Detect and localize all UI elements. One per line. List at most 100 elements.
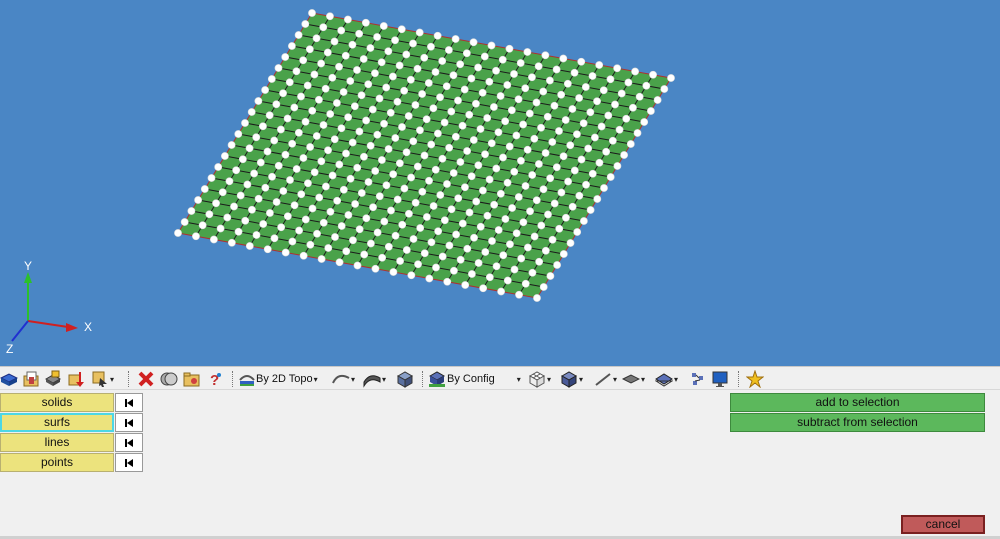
mesh-node[interactable]: [548, 138, 557, 146]
surface-icon[interactable]: ▾: [363, 370, 386, 388]
mesh-node[interactable]: [404, 112, 413, 120]
mesh-node[interactable]: [420, 53, 429, 62]
mesh-node[interactable]: [411, 198, 420, 207]
mesh-node[interactable]: [507, 106, 516, 115]
mesh-node[interactable]: [467, 74, 476, 83]
mesh-node[interactable]: [461, 281, 470, 289]
mesh-node[interactable]: [611, 100, 619, 109]
mesh-node[interactable]: [555, 127, 563, 135]
reset-selection-icon[interactable]: [115, 453, 143, 472]
mesh-node[interactable]: [313, 229, 321, 238]
mesh-node[interactable]: [433, 129, 442, 138]
mesh-node[interactable]: [517, 156, 525, 165]
mesh-node[interactable]: [559, 152, 568, 161]
mesh-node[interactable]: [324, 146, 332, 155]
mesh-node[interactable]: [438, 252, 447, 261]
mesh-node[interactable]: [247, 108, 256, 116]
mesh-node[interactable]: [516, 59, 525, 67]
mesh-node[interactable]: [326, 12, 334, 21]
mesh-node[interactable]: [377, 156, 386, 164]
mesh-node[interactable]: [373, 228, 382, 237]
mesh-node[interactable]: [568, 202, 577, 211]
mesh-node[interactable]: [368, 105, 377, 114]
mesh-node[interactable]: [250, 169, 258, 178]
mesh-node[interactable]: [595, 158, 604, 167]
mesh-node[interactable]: [469, 136, 478, 144]
mesh-node[interactable]: [548, 235, 557, 244]
mesh-node[interactable]: [573, 228, 582, 236]
mesh-node[interactable]: [245, 144, 254, 153]
mesh-node[interactable]: [259, 122, 267, 131]
mesh-node[interactable]: [265, 209, 274, 217]
mesh-node[interactable]: [575, 94, 583, 102]
mesh-node[interactable]: [519, 218, 528, 227]
mesh-node[interactable]: [552, 65, 561, 74]
mesh-node[interactable]: [503, 178, 512, 187]
mesh-node[interactable]: [416, 224, 425, 232]
mesh-node[interactable]: [433, 31, 442, 40]
mesh-node[interactable]: [384, 47, 393, 56]
mesh-node[interactable]: [539, 87, 548, 96]
mesh-node[interactable]: [570, 68, 579, 77]
mesh-node[interactable]: [360, 250, 369, 259]
delete-icon[interactable]: [137, 370, 155, 388]
mesh-node[interactable]: [312, 132, 321, 140]
mesh-node[interactable]: [411, 101, 420, 109]
mesh-node[interactable]: [485, 273, 494, 282]
mesh-node[interactable]: [279, 89, 287, 98]
mesh-node[interactable]: [406, 75, 415, 84]
mesh-node[interactable]: [337, 124, 346, 133]
mesh-node[interactable]: [328, 171, 337, 180]
mesh-node[interactable]: [413, 64, 422, 73]
mesh-node[interactable]: [440, 216, 449, 225]
mesh-node[interactable]: [470, 233, 478, 242]
mesh-node[interactable]: [366, 239, 375, 248]
mesh-node[interactable]: [364, 178, 373, 186]
mesh-node[interactable]: [588, 169, 597, 178]
mesh-node[interactable]: [586, 108, 595, 117]
mesh-node[interactable]: [299, 154, 308, 162]
mesh-node[interactable]: [351, 200, 359, 208]
mesh-node[interactable]: [341, 51, 350, 60]
mesh-node[interactable]: [443, 277, 452, 286]
mesh-node[interactable]: [647, 107, 655, 115]
mesh-node[interactable]: [241, 119, 249, 127]
mesh-node[interactable]: [319, 23, 328, 32]
mesh-node[interactable]: [243, 180, 252, 189]
mesh-node[interactable]: [303, 81, 312, 90]
mesh-node[interactable]: [539, 283, 548, 291]
mesh-node[interactable]: [543, 112, 552, 121]
mesh-node[interactable]: [232, 166, 241, 175]
mesh-node[interactable]: [498, 55, 507, 64]
mesh-node[interactable]: [294, 31, 303, 39]
shaded-icon[interactable]: ▾: [560, 370, 583, 388]
mesh-node[interactable]: [272, 198, 281, 206]
mesh-node[interactable]: [503, 81, 512, 89]
mesh-node[interactable]: [207, 174, 216, 182]
mesh-node[interactable]: [241, 216, 250, 225]
mesh-node[interactable]: [595, 61, 604, 69]
mesh-node[interactable]: [541, 149, 550, 157]
mesh-node[interactable]: [283, 212, 292, 221]
mesh-node[interactable]: [476, 222, 485, 231]
config-dropdown[interactable]: By Config ▾: [447, 370, 521, 388]
mesh-node[interactable]: [458, 219, 467, 228]
mesh-node[interactable]: [499, 153, 507, 162]
mesh-node[interactable]: [626, 140, 635, 148]
mesh-node[interactable]: [395, 159, 404, 168]
mesh-node[interactable]: [461, 183, 469, 192]
mesh-node[interactable]: [414, 260, 422, 269]
mesh-node[interactable]: [194, 196, 202, 204]
star-icon[interactable]: [746, 370, 764, 388]
mesh-node[interactable]: [492, 262, 501, 271]
surfaces-icon[interactable]: [160, 370, 178, 388]
mesh-node[interactable]: [371, 264, 380, 273]
mesh-node[interactable]: [297, 92, 305, 101]
mesh-node[interactable]: [342, 149, 350, 158]
mesh-node[interactable]: [218, 188, 227, 197]
points-selector-button[interactable]: points: [0, 453, 114, 472]
mesh-node[interactable]: [299, 56, 308, 65]
mesh-node[interactable]: [539, 185, 548, 194]
mesh-node[interactable]: [333, 196, 342, 205]
mesh-node[interactable]: [379, 22, 388, 30]
